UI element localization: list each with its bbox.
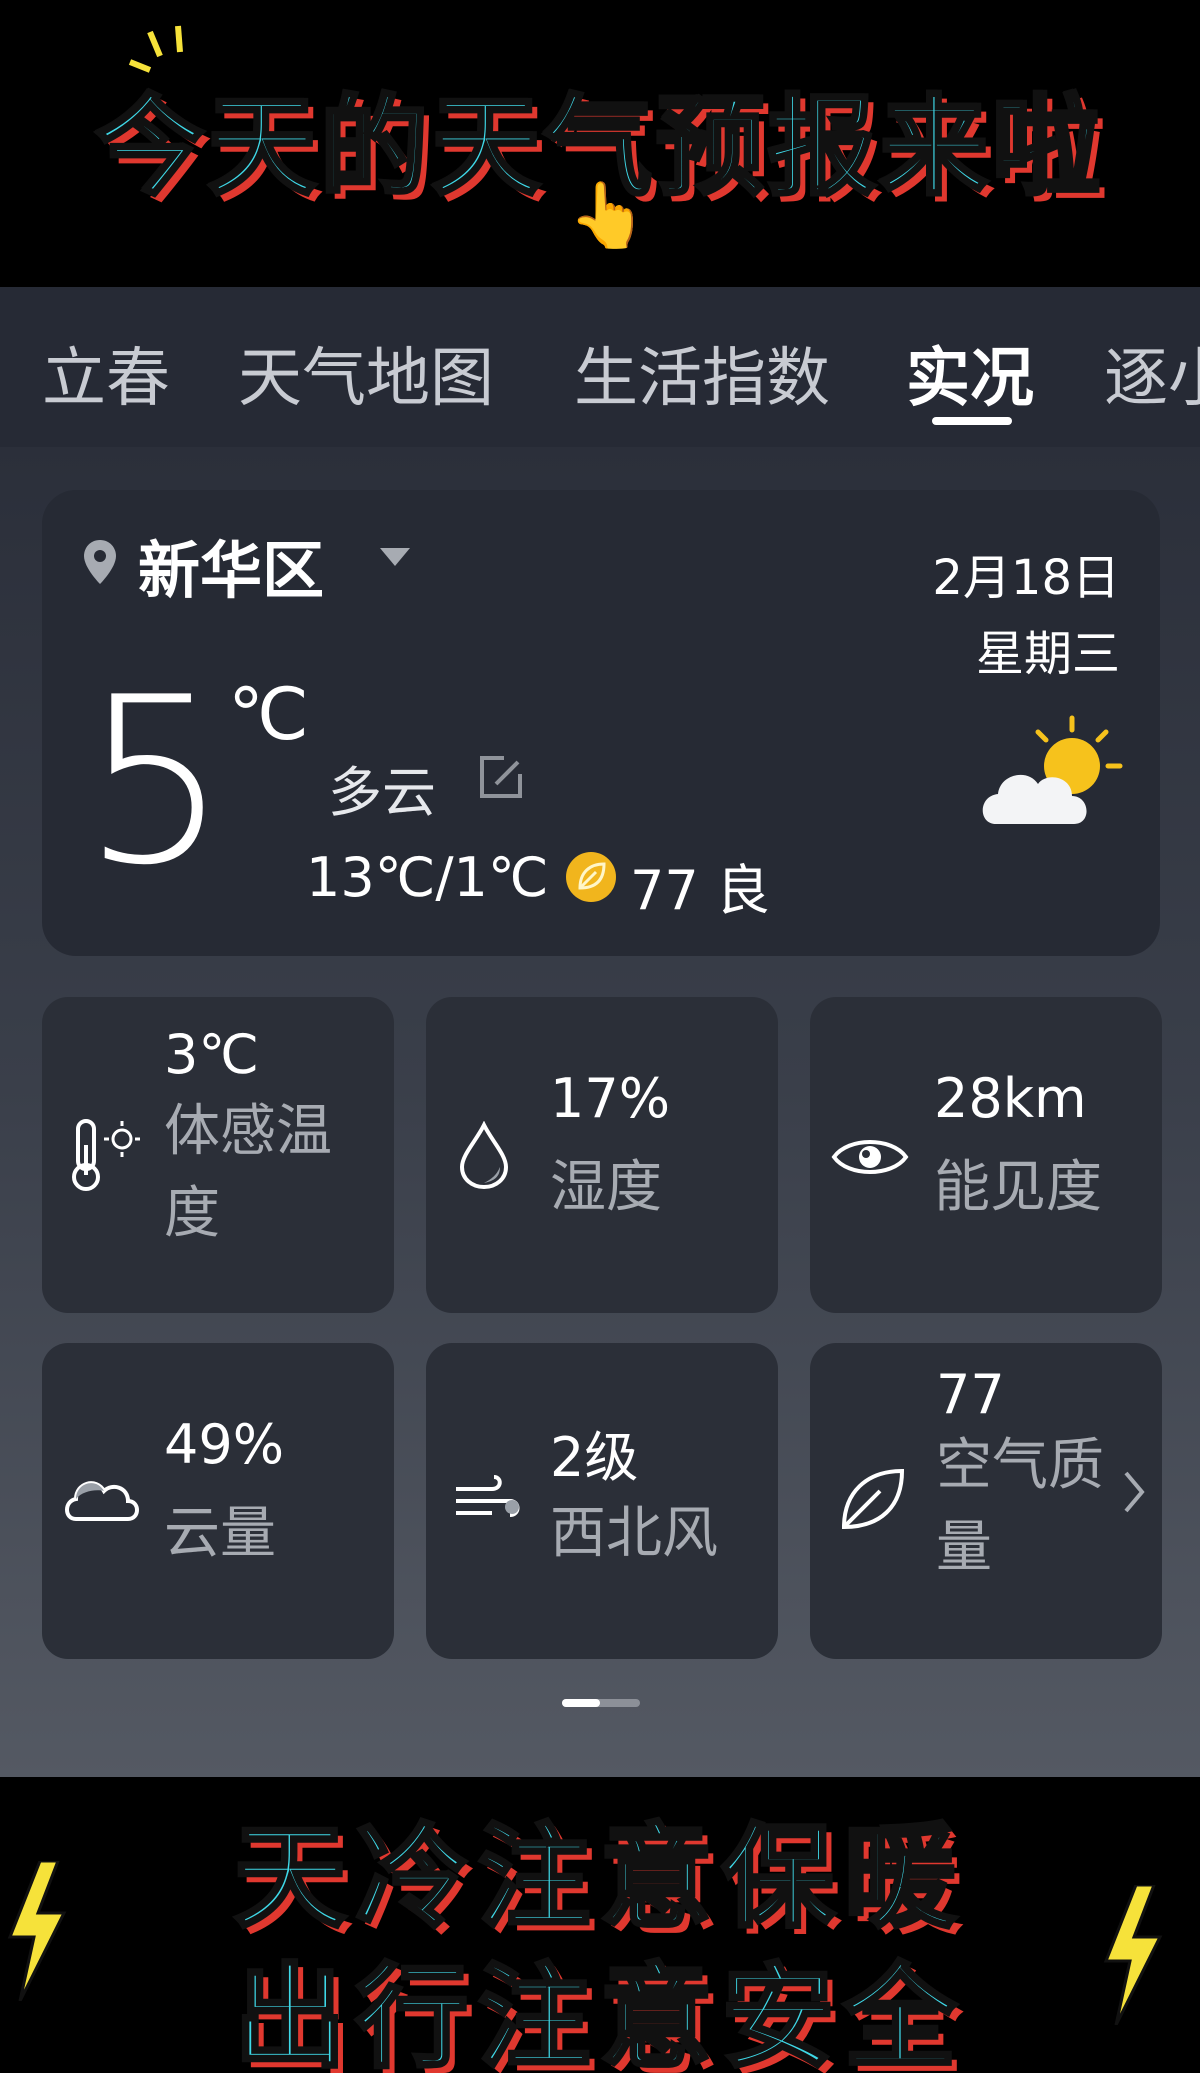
humidity-tile[interactable]: 17% 湿度: [426, 997, 778, 1313]
tab-bar: 立春 天气地图 生活指数 实况 逐小: [0, 287, 1200, 447]
bottom-banner: 天冷注意保暖 出行注意安全: [0, 1777, 1200, 2073]
caret-down-icon[interactable]: [378, 546, 412, 568]
tab-live[interactable]: 实况: [906, 327, 1034, 419]
water-drop-icon: [459, 1121, 509, 1190]
eye-icon: [831, 1140, 909, 1174]
wind-level-value: 2级: [550, 1426, 639, 1489]
visibility-value: 28km: [934, 1067, 1087, 1130]
date-text: 2月18日: [932, 550, 1120, 606]
cloud-cover-value: 49%: [164, 1413, 285, 1476]
cloud-cover-tile[interactable]: 49% 云量: [42, 1343, 394, 1659]
temperature-unit: ℃: [228, 672, 309, 756]
weekday-text: 星期三: [975, 626, 1120, 682]
tab-weather-map[interactable]: 天气地图: [238, 327, 494, 419]
location-pin-icon: [84, 540, 116, 584]
visibility-label: 能见度: [934, 1155, 1102, 1220]
partly-cloudy-icon: [982, 715, 1123, 824]
tab-lichun[interactable]: 立春: [42, 327, 170, 419]
page-indicator: [562, 1699, 640, 1707]
weather-app: 立春 天气地图 生活指数 实况 逐小 新华区 2月18日 星期三 5 ℃ 多云 …: [0, 287, 1200, 1777]
air-quality-label: 空气质量: [936, 1433, 1104, 1580]
aqi-leaf-icon: [566, 852, 616, 902]
location-name[interactable]: 新华区: [138, 520, 324, 610]
leaf-icon: [841, 1468, 905, 1530]
aqi-value[interactable]: 77 良: [630, 846, 770, 925]
thermometer-sun-icon: [72, 1119, 140, 1191]
feels-like-tile[interactable]: 3℃ 体感温度: [42, 997, 394, 1313]
slogan-line-2: 出行注意安全: [232, 1951, 966, 2073]
wind-icon: [456, 1475, 520, 1517]
current-temperature: 5: [82, 649, 229, 916]
current-weather-card[interactable]: 新华区 2月18日 星期三 5 ℃ 多云 13℃/1℃ 77 良: [42, 490, 1160, 956]
temperature-range: 13℃/1℃: [306, 846, 549, 909]
weather-condition: 多云: [328, 761, 436, 824]
cloud-cover-label: 云量: [164, 1501, 276, 1566]
chevron-right-icon[interactable]: [1122, 1469, 1146, 1515]
tab-life-index[interactable]: 生活指数: [574, 327, 830, 419]
pointing-hand-icon: 👆: [568, 179, 648, 253]
tab-hourly[interactable]: 逐小: [1104, 327, 1200, 419]
cloud-icon: [65, 1481, 139, 1521]
humidity-value: 17%: [550, 1067, 671, 1130]
feels-like-label: 体感温度: [164, 1099, 332, 1246]
top-banner: 今天的天气预报来啦 👆: [0, 0, 1200, 287]
active-tab-indicator: [932, 417, 1012, 425]
air-quality-tile[interactable]: 77 空气质量: [810, 1343, 1162, 1659]
feels-like-value: 3℃: [164, 1023, 260, 1086]
air-quality-value: 77: [936, 1363, 1005, 1426]
visibility-tile[interactable]: 28km 能见度: [810, 997, 1162, 1313]
slogan-line-1: 天冷注意保暖: [232, 1811, 966, 1945]
wind-tile[interactable]: 2级 西北风: [426, 1343, 778, 1659]
wind-direction-label: 西北风: [550, 1501, 718, 1566]
edit-icon[interactable]: [474, 752, 526, 804]
humidity-label: 湿度: [550, 1155, 662, 1220]
